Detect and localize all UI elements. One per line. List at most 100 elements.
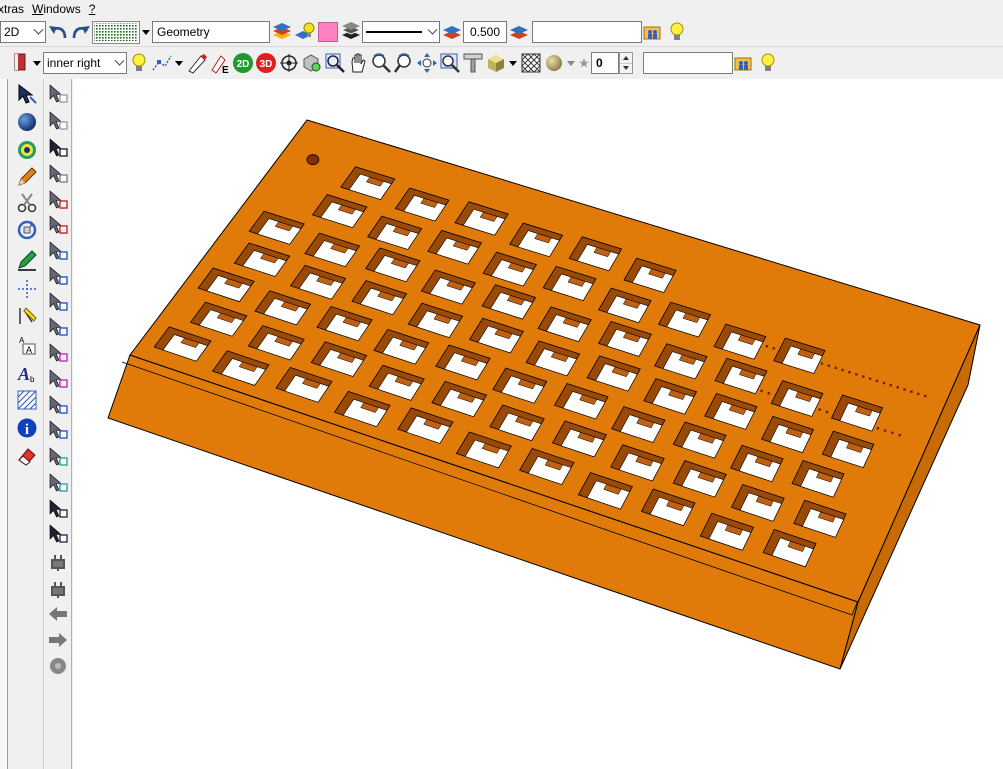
star-icon[interactable] xyxy=(577,52,591,75)
led-dot-row-2 xyxy=(898,433,901,437)
view-2d-icon[interactable]: 2D xyxy=(231,52,254,75)
globe-icon[interactable] xyxy=(14,110,40,134)
plug-icon-2[interactable] xyxy=(45,576,71,600)
led-dot-row-1 xyxy=(910,390,913,393)
eraser-icon[interactable] xyxy=(14,444,40,468)
text-format-icon[interactable]: AA xyxy=(14,333,40,357)
line-width-field[interactable]: 0.500 xyxy=(463,21,507,43)
arrow-left-icon[interactable] xyxy=(45,602,71,626)
led-dot-row-2 xyxy=(818,408,821,411)
select-a-icon[interactable] xyxy=(45,445,71,469)
menu-extras[interactable]: xtras xyxy=(0,1,28,17)
drawing-canvas[interactable] xyxy=(73,79,1003,769)
cube-zoom-icon[interactable] xyxy=(300,52,323,75)
plug-icon[interactable] xyxy=(45,549,71,573)
spin-value-field[interactable]: 0 xyxy=(591,52,619,74)
menu-windows[interactable]: Windows xyxy=(28,1,85,17)
spin-down-icon[interactable] xyxy=(620,64,632,74)
line-width-icon[interactable] xyxy=(440,21,463,44)
pen-color-icon[interactable] xyxy=(316,21,339,44)
text-style-icon[interactable]: Ab xyxy=(14,361,40,385)
select-list-icon-2[interactable] xyxy=(45,522,71,546)
select-red-box-icon[interactable] xyxy=(45,188,71,212)
svg-text:3D: 3D xyxy=(259,59,272,70)
linetype-select[interactable] xyxy=(362,21,440,43)
arrow-right-icon[interactable] xyxy=(45,628,71,652)
orbit-icon[interactable] xyxy=(277,52,300,75)
edit-pen-icon[interactable] xyxy=(185,52,208,75)
select-dark-icon[interactable] xyxy=(45,136,71,160)
select-arrow-icon[interactable] xyxy=(14,82,40,106)
layer-name-field[interactable]: Geometry xyxy=(152,21,270,43)
hatch-icon[interactable] xyxy=(519,52,542,75)
view-mode-select[interactable]: 2D xyxy=(0,21,46,43)
undo-icon[interactable] xyxy=(46,21,69,44)
led-dot-row-1 xyxy=(896,386,899,389)
polyline-dropdown-icon[interactable] xyxy=(175,60,183,66)
palette-color-icon[interactable] xyxy=(14,138,40,162)
led-dot-row-1 xyxy=(841,368,844,372)
led-dot-row-2 xyxy=(760,389,763,393)
zoom-out-icon[interactable] xyxy=(392,52,415,75)
grid-icon[interactable] xyxy=(92,20,140,44)
ruler-icon[interactable] xyxy=(461,52,484,75)
hatch-pattern-icon[interactable] xyxy=(14,388,40,412)
layer-stack-icon[interactable] xyxy=(339,21,362,44)
select-light-icon[interactable] xyxy=(45,162,71,186)
green-pen-icon[interactable] xyxy=(14,248,40,272)
pan-hand-icon[interactable] xyxy=(346,52,369,75)
sphere-dropdown-icon[interactable] xyxy=(567,60,575,66)
lightbulb-icon[interactable] xyxy=(127,52,150,75)
grid-dropdown-icon[interactable] xyxy=(142,29,150,35)
spin-buttons[interactable] xyxy=(619,52,633,74)
text-cursor-icon[interactable] xyxy=(14,304,40,328)
scissors-icon[interactable] xyxy=(14,191,40,215)
select-doc-icon-2[interactable] xyxy=(45,264,71,288)
menu-help[interactable]: ? xyxy=(85,1,100,17)
led-dot-row-1 xyxy=(855,373,858,376)
dotted-axis-icon[interactable] xyxy=(14,277,40,301)
polyline-icon[interactable] xyxy=(150,52,173,75)
extra-input-1[interactable] xyxy=(532,21,642,43)
select-list-icon[interactable] xyxy=(45,497,71,521)
sphere-icon[interactable] xyxy=(542,52,565,75)
lightbulb-icon-2[interactable] xyxy=(756,52,779,75)
pen-icon[interactable] xyxy=(8,52,31,75)
select-color-icon[interactable] xyxy=(45,341,71,365)
lightbulb-icon[interactable] xyxy=(665,21,688,44)
toolbar-top: 2D Geometry 0.500 xyxy=(0,18,1003,47)
cube-icon[interactable] xyxy=(484,52,507,75)
folder-users-icon-2[interactable] xyxy=(733,52,756,75)
rotate-icon[interactable] xyxy=(14,218,40,242)
select-plus-icon[interactable] xyxy=(45,109,71,133)
extra-input-2[interactable] xyxy=(643,52,733,74)
zoom-window-icon[interactable] xyxy=(438,52,461,75)
layer-manager-icon[interactable] xyxy=(270,21,293,44)
select-a-icon-2[interactable] xyxy=(45,471,71,495)
layer-stack-icon-2[interactable] xyxy=(507,21,530,44)
eraser-e-icon[interactable]: E xyxy=(208,52,231,75)
select-color-icon-2[interactable] xyxy=(45,367,71,391)
gear-gray-icon[interactable] xyxy=(45,654,71,678)
view-3d-icon[interactable]: 3D xyxy=(254,52,277,75)
zoom-in-icon[interactable] xyxy=(369,52,392,75)
folder-users-icon[interactable] xyxy=(642,21,665,44)
svg-text:A: A xyxy=(26,345,32,355)
select-doc-icon[interactable] xyxy=(45,239,71,263)
select-red-box-icon-2[interactable] xyxy=(45,213,71,237)
spin-up-icon[interactable] xyxy=(620,53,632,64)
zoom-all-icon[interactable] xyxy=(415,52,438,75)
magnifier-icon[interactable] xyxy=(323,52,346,75)
select-blue-icon[interactable] xyxy=(45,393,71,417)
pencil-icon[interactable] xyxy=(14,165,40,189)
info-icon[interactable]: i xyxy=(14,416,40,440)
select-blue-icon-2[interactable] xyxy=(45,418,71,442)
redo-icon[interactable] xyxy=(69,21,92,44)
pen-dropdown-icon[interactable] xyxy=(33,60,41,66)
cube-dropdown-icon[interactable] xyxy=(509,60,517,66)
layer-visibility-icon[interactable] xyxy=(293,21,316,44)
select-ghost-icon[interactable] xyxy=(45,82,71,106)
select-layer-icon[interactable] xyxy=(45,290,71,314)
alignment-select[interactable]: inner right xyxy=(43,52,127,74)
select-layer-icon-2[interactable] xyxy=(45,315,71,339)
